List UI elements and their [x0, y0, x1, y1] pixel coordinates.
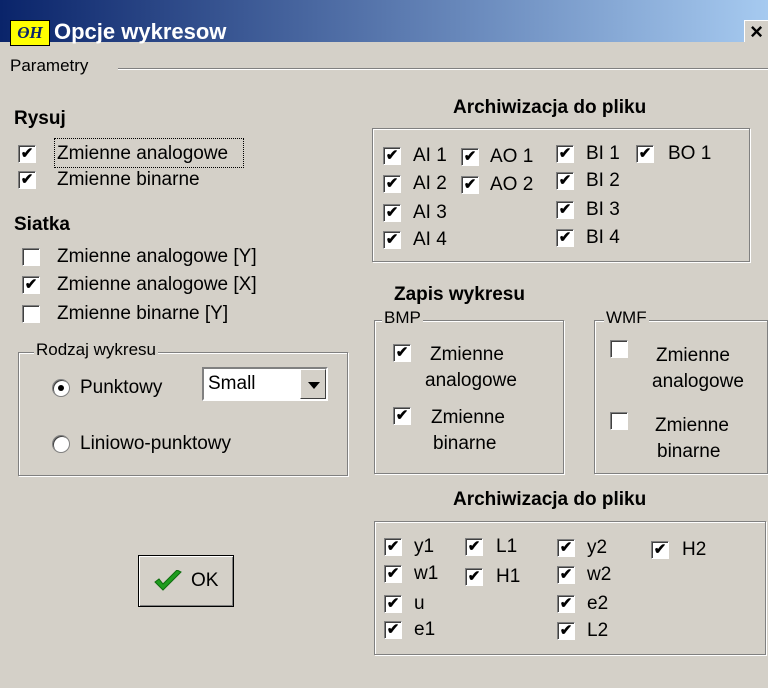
- archiwizacja-heading-1: Archiwizacja do pliku: [453, 97, 647, 118]
- bmp-analog-checkbox[interactable]: ✔: [393, 344, 411, 362]
- archive-e2-checkbox[interactable]: ✔: [557, 595, 575, 613]
- archive-l2-label: L2: [587, 620, 609, 641]
- archive-h2-label: H2: [682, 539, 707, 560]
- parametry-label: Parametry: [10, 56, 89, 75]
- archive-bi4-checkbox[interactable]: ✔: [556, 229, 574, 247]
- rysuj-analog-checkbox[interactable]: ✔: [18, 145, 36, 163]
- archive-h2-checkbox[interactable]: ✔: [651, 541, 669, 559]
- wmf-binary-label-line1: Zmienne: [655, 415, 729, 436]
- marker-size-select[interactable]: Small: [202, 367, 328, 401]
- archive-ao1-label: AO 1: [490, 146, 534, 167]
- bmp-legend: BMP: [382, 308, 423, 328]
- archive-ao1-checkbox[interactable]: ✔: [461, 148, 479, 166]
- archive-u-checkbox[interactable]: ✔: [384, 595, 402, 613]
- archive-ai1-checkbox[interactable]: ✔: [383, 147, 401, 165]
- archive-bi3-checkbox[interactable]: ✔: [556, 201, 574, 219]
- liniowo-punktowy-label: Liniowo-punktowy: [80, 433, 232, 454]
- zapis-heading: Zapis wykresu: [394, 284, 525, 305]
- archive-ai3-label: AI 3: [413, 202, 447, 223]
- checkmark-icon: [154, 570, 182, 591]
- archiwizacja-heading-2: Archiwizacja do pliku: [453, 489, 647, 510]
- bmp-binary-label-line2: binarne: [433, 433, 497, 454]
- archive-w2-label: w2: [587, 564, 612, 585]
- siatka-analog-x-checkbox[interactable]: ✔: [22, 276, 40, 294]
- siatka-binary-y-checkbox[interactable]: [22, 305, 40, 323]
- focus-rectangle: [54, 138, 244, 168]
- archive-ai2-label: AI 2: [413, 173, 447, 194]
- archive-w1-checkbox[interactable]: ✔: [384, 565, 402, 583]
- bmp-analog-label-line1: Zmienne: [430, 344, 504, 365]
- siatka-binary-y-label: Zmienne binarne [Y]: [57, 303, 229, 324]
- parametry-divider: [118, 68, 768, 70]
- archive-u-label: u: [414, 593, 425, 614]
- archive-e1-label: e1: [414, 619, 436, 640]
- archive-w2-checkbox[interactable]: ✔: [557, 566, 575, 584]
- marker-size-value: Small: [208, 373, 256, 394]
- wmf-analog-label-line2: analogowe: [652, 371, 744, 392]
- archive-h1-checkbox[interactable]: ✔: [465, 568, 483, 586]
- archive-bi3-label: BI 3: [586, 199, 620, 220]
- archive-ai3-checkbox[interactable]: ✔: [383, 204, 401, 222]
- close-button[interactable]: ×: [744, 20, 768, 43]
- bmp-binary-label-line1: Zmienne: [431, 407, 505, 428]
- wmf-binary-label-line2: binarne: [657, 441, 721, 462]
- bmp-analog-label-line2: analogowe: [425, 370, 517, 391]
- archive-ai2-checkbox[interactable]: ✔: [383, 175, 401, 193]
- archive-y1-checkbox[interactable]: ✔: [384, 538, 402, 556]
- archive-bi2-checkbox[interactable]: ✔: [556, 172, 574, 190]
- archive-y2-checkbox[interactable]: ✔: [557, 539, 575, 557]
- siatka-heading: Siatka: [14, 214, 70, 235]
- rysuj-binary-label: Zmienne binarne: [57, 169, 200, 190]
- archive-ao2-label: AO 2: [490, 174, 534, 195]
- window-title: Opcje wykresow: [54, 19, 227, 44]
- bmp-binary-checkbox[interactable]: ✔: [393, 407, 411, 425]
- archive-bo1-label: BO 1: [668, 143, 712, 164]
- rysuj-binary-checkbox[interactable]: ✔: [18, 171, 36, 189]
- wmf-binary-checkbox[interactable]: [610, 412, 628, 430]
- archive-bi4-label: BI 4: [586, 227, 620, 248]
- archive-ai1-label: AI 1: [413, 145, 447, 166]
- app-logo-icon: ӨH: [10, 20, 50, 46]
- archive-bi1-checkbox[interactable]: ✔: [556, 145, 574, 163]
- ok-button-label: OK: [191, 570, 219, 591]
- archive-l2-checkbox[interactable]: ✔: [557, 622, 575, 640]
- archive-e2-label: e2: [587, 593, 609, 614]
- archive-e1-checkbox[interactable]: ✔: [384, 621, 402, 639]
- archive-l1-checkbox[interactable]: ✔: [465, 538, 483, 556]
- punktowy-label: Punktowy: [80, 377, 163, 398]
- archive-ai4-checkbox[interactable]: ✔: [383, 231, 401, 249]
- archive-w1-label: w1: [414, 563, 439, 584]
- rodzaj-wykresu-legend: Rodzaj wykresu: [34, 340, 158, 360]
- siatka-analog-x-label: Zmienne analogowe [X]: [57, 274, 257, 295]
- ok-button[interactable]: OK: [138, 555, 234, 607]
- wmf-analog-checkbox[interactable]: [610, 340, 628, 358]
- rysuj-heading: Rysuj: [14, 108, 66, 129]
- chevron-down-icon: [308, 382, 320, 389]
- siatka-analog-y-label: Zmienne analogowe [Y]: [57, 246, 257, 267]
- archive-y2-label: y2: [587, 537, 608, 558]
- archive-y1-label: y1: [414, 536, 435, 557]
- archive-bi1-label: BI 1: [586, 143, 620, 164]
- archive-h1-label: H1: [496, 566, 521, 587]
- archive-bi2-label: BI 2: [586, 170, 620, 191]
- dropdown-button[interactable]: [300, 369, 326, 399]
- archive-bo1-checkbox[interactable]: ✔: [636, 145, 654, 163]
- punktowy-radio[interactable]: [52, 379, 70, 397]
- archive-ai4-label: AI 4: [413, 229, 447, 250]
- liniowo-punktowy-radio[interactable]: [52, 435, 70, 453]
- siatka-analog-y-checkbox[interactable]: [22, 248, 40, 266]
- wmf-analog-label-line1: Zmienne: [656, 345, 730, 366]
- archive-l1-label: L1: [496, 536, 518, 557]
- wmf-legend: WMF: [604, 308, 649, 328]
- archive-ao2-checkbox[interactable]: ✔: [461, 176, 479, 194]
